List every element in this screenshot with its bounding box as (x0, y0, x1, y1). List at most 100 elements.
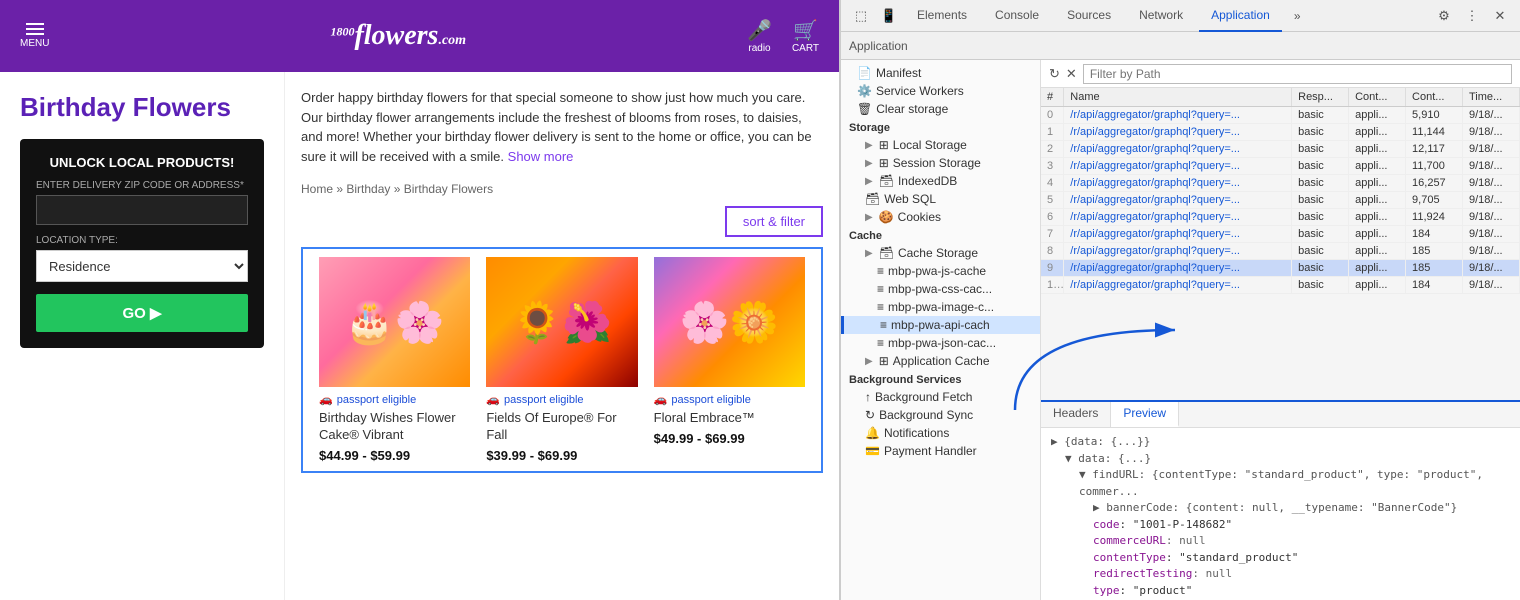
table-row[interactable]: 5 /r/api/aggregator/graphql?query=... ba… (1041, 192, 1520, 209)
cell-url: /r/api/aggregator/graphql?query=... (1064, 260, 1292, 277)
preview-line: code: "1001-P-148682" (1051, 517, 1510, 534)
product-price-3: $49.99 - $69.99 (654, 431, 805, 446)
expand-icon: ▶ (865, 248, 873, 259)
tree-item-notifications[interactable]: 🔔 Notifications (841, 424, 1040, 442)
tree-item-payment-handler[interactable]: 💳 Payment Handler (841, 442, 1040, 460)
cell-time: 9/18/... (1462, 192, 1519, 209)
product-name-1: Birthday Wishes Flower Cake® Vibrant (319, 410, 470, 444)
cell-cont1: appli... (1349, 192, 1406, 209)
session-storage-icon: ⊞ (879, 156, 889, 170)
tree-item-web-sql[interactable]: 🗃 Web SQL (841, 190, 1040, 208)
menu-label: MENU (20, 38, 49, 49)
table-row[interactable]: 10 /r/api/aggregator/graphql?query=... b… (1041, 277, 1520, 294)
cell-cont2: 185 (1406, 243, 1463, 260)
table-row[interactable]: 3 /r/api/aggregator/graphql?query=... ba… (1041, 158, 1520, 175)
more-icon-button[interactable]: ⋮ (1460, 4, 1484, 28)
cell-url: /r/api/aggregator/graphql?query=... (1064, 209, 1292, 226)
tab-application[interactable]: Application (1199, 0, 1282, 32)
tab-console[interactable]: Console (983, 0, 1051, 32)
site-sidebar: Birthday Flowers UNLOCK LOCAL PRODUCTS! … (0, 72, 285, 600)
tree-item-clear-storage[interactable]: 🗑 Clear storage (841, 100, 1040, 118)
table-row[interactable]: 2 /r/api/aggregator/graphql?query=... ba… (1041, 141, 1520, 158)
expand-icon: ▶ (865, 176, 873, 187)
product-image-1: 🎂🌸 (319, 257, 470, 387)
devtools-sidebar: 📄 Manifest ⚙️ Service Workers 🗑 Clear st… (841, 60, 1041, 600)
radio-group[interactable]: 🎤 radio (747, 18, 772, 54)
table-row[interactable]: 0 /r/api/aggregator/graphql?query=... ba… (1041, 107, 1520, 124)
cell-num: 6 (1041, 209, 1064, 226)
tree-item-service-workers[interactable]: ⚙️ Service Workers (841, 82, 1040, 100)
location-type-select[interactable]: Residence (36, 250, 248, 282)
product-card-1[interactable]: 🎂🌸 🚗 passport eligible Birthday Wishes F… (311, 257, 478, 463)
preview-line: ▼ data: {...} (1051, 451, 1510, 468)
js-cache-icon: ≡ (877, 264, 884, 278)
tree-item-image-cache[interactable]: ≡ mbp-pwa-image-c... (841, 298, 1040, 316)
sort-filter-button[interactable]: sort & filter (725, 206, 823, 237)
cell-time: 9/18/... (1462, 124, 1519, 141)
tree-item-cookies[interactable]: ▶ 🍪 Cookies (841, 208, 1040, 226)
sidebar-title: Birthday Flowers (20, 92, 264, 123)
product-card-2[interactable]: 🌻🌺 🚗 passport eligible Fields Of Europe®… (478, 257, 645, 463)
tree-item-api-cache[interactable]: ≡ mbp-pwa-api-cach (841, 316, 1040, 334)
tab-sources[interactable]: Sources (1055, 0, 1123, 32)
cell-cont2: 16,257 (1406, 175, 1463, 192)
api-cache-icon: ≡ (880, 318, 887, 332)
settings-icon-button[interactable]: ⚙ (1432, 4, 1456, 28)
zip-input[interactable] (36, 195, 248, 225)
menu-button[interactable]: MENU (20, 23, 49, 49)
tree-item-manifest[interactable]: 📄 Manifest (841, 64, 1040, 82)
tree-item-cache-storage[interactable]: ▶ 🗃 Cache Storage (841, 244, 1040, 262)
tree-item-app-cache[interactable]: ▶ ⊞ Application Cache (841, 352, 1040, 370)
tab-more[interactable]: » (1286, 5, 1309, 27)
table-row[interactable]: 6 /r/api/aggregator/graphql?query=... ba… (1041, 209, 1520, 226)
preview-line: contentType: "standard_product" (1051, 550, 1510, 567)
cell-num: 2 (1041, 141, 1064, 158)
site-logo: 1800flowers.com (49, 20, 747, 52)
passport-icon-1: 🚗 (319, 393, 333, 406)
cell-cont1: appli... (1349, 124, 1406, 141)
preview-tab[interactable]: Preview (1111, 402, 1179, 427)
device-icon-button[interactable]: 📱 (877, 4, 901, 28)
table-row[interactable]: 4 /r/api/aggregator/graphql?query=... ba… (1041, 175, 1520, 192)
tree-item-bg-sync[interactable]: ↻ Background Sync (841, 406, 1040, 424)
cell-cont2: 185 (1406, 260, 1463, 277)
table-row[interactable]: 9 /r/api/aggregator/graphql?query=... ba… (1041, 260, 1520, 277)
product-name-3: Floral Embrace™ (654, 410, 805, 427)
cell-resp: basic (1292, 141, 1349, 158)
filter-input[interactable] (1083, 64, 1512, 84)
go-button[interactable]: GO ▶ (36, 294, 248, 332)
cookies-icon: 🍪 (879, 210, 894, 224)
breadcrumb: Home » Birthday » Birthday Flowers (301, 182, 823, 196)
tab-network[interactable]: Network (1127, 0, 1195, 32)
tree-item-bg-fetch[interactable]: ↑ Background Fetch (841, 388, 1040, 406)
clear-button[interactable]: ✕ (1066, 66, 1077, 82)
header-right: 🎤 radio 🛒 CART (747, 18, 819, 54)
table-row[interactable]: 8 /r/api/aggregator/graphql?query=... ba… (1041, 243, 1520, 260)
cell-resp: basic (1292, 192, 1349, 209)
tree-item-json-cache[interactable]: ≡ mbp-pwa-json-cac... (841, 334, 1040, 352)
tree-item-js-cache[interactable]: ≡ mbp-pwa-js-cache (841, 262, 1040, 280)
tree-item-local-storage[interactable]: ▶ ⊞ Local Storage (841, 136, 1040, 154)
table-row[interactable]: 7 /r/api/aggregator/graphql?query=... ba… (1041, 226, 1520, 243)
bg-fetch-icon: ↑ (865, 390, 871, 404)
inspect-icon-button[interactable]: ⬚ (849, 4, 873, 28)
cart-group[interactable]: 🛒 CART (792, 18, 819, 54)
tree-item-css-cache[interactable]: ≡ mbp-pwa-css-cac... (841, 280, 1040, 298)
preview-line: redirectTesting: null (1051, 566, 1510, 583)
close-icon-button[interactable]: ✕ (1488, 4, 1512, 28)
cell-cont1: appli... (1349, 260, 1406, 277)
headers-tab[interactable]: Headers (1041, 402, 1111, 427)
preview-line: ▶ bannerCode: {content: null, __typename… (1051, 500, 1510, 517)
product-card-3[interactable]: 🌸🌼 🚗 passport eligible Floral Embrace™ $… (646, 257, 813, 463)
cell-cont2: 12,117 (1406, 141, 1463, 158)
website-panel: MENU 1800flowers.com 🎤 radio 🛒 CART Birt… (0, 0, 840, 600)
refresh-button[interactable]: ↻ (1049, 66, 1060, 82)
network-table: # Name Resp... Cont... Cont... Time... 0… (1041, 88, 1520, 294)
tab-elements[interactable]: Elements (905, 0, 979, 32)
col-num: # (1041, 88, 1064, 107)
cell-url: /r/api/aggregator/graphql?query=... (1064, 226, 1292, 243)
tree-item-indexeddb[interactable]: ▶ 🗃 IndexedDB (841, 172, 1040, 190)
tree-item-session-storage[interactable]: ▶ ⊞ Session Storage (841, 154, 1040, 172)
table-row[interactable]: 1 /r/api/aggregator/graphql?query=... ba… (1041, 124, 1520, 141)
show-more-link[interactable]: Show more (508, 149, 574, 164)
